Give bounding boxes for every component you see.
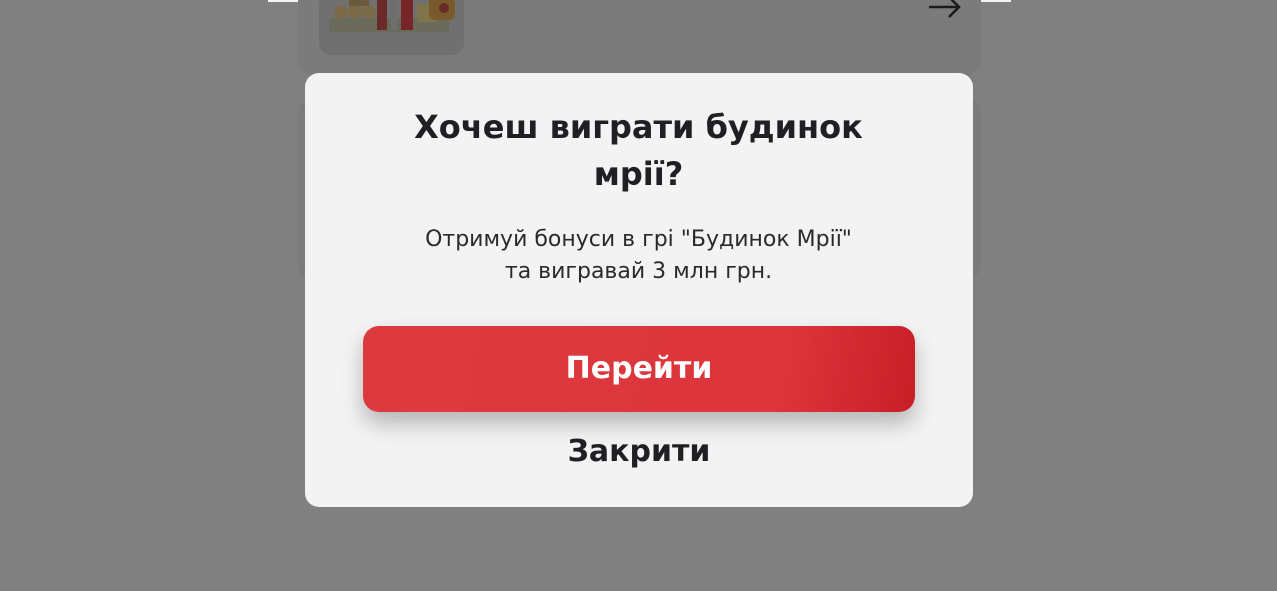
background-thumbnail [319,0,464,55]
arrow-right-icon [925,0,965,22]
modal-title: Хочеш виграти будинок мрії? [0,104,1277,198]
modal-description: Отримуй бонуси в грі "Будинок Мрії" та в… [0,224,1277,288]
modal-title-line: мрії? [593,155,684,193]
groceries-illustration [329,0,455,32]
modal-description-line: Отримуй бонуси в грі "Будинок Мрії" [425,227,852,252]
modal-description-line: та вигравай 3 млн грн. [504,259,773,284]
close-button[interactable]: Закрити [505,428,773,476]
page: Хочеш виграти будинок мрії? Отримуй бону… [0,0,1277,591]
modal-title-line: Хочеш виграти будинок [414,108,863,146]
go-button[interactable]: Перейти [363,326,915,412]
